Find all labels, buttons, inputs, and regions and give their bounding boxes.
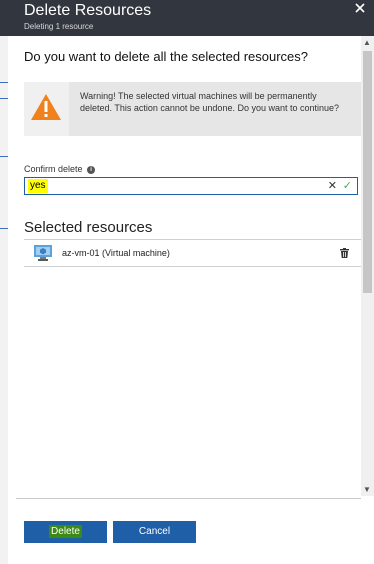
scroll-up-icon[interactable]: ▲ (363, 38, 371, 47)
info-icon[interactable]: i (87, 166, 96, 174)
row-divider (24, 266, 361, 267)
blade-content: Do you want to delete all the selected r… (8, 36, 361, 564)
strip-link-mark (0, 82, 8, 83)
delete-button-label: Delete (49, 525, 82, 538)
delete-button[interactable]: Delete (24, 521, 107, 543)
selected-resources-title: Selected resources (24, 219, 153, 236)
cancel-button-label: Cancel (138, 526, 171, 537)
strip-link-mark (0, 156, 8, 157)
cancel-button[interactable]: Cancel (113, 521, 196, 543)
confirm-delete-input[interactable]: yes ✕ ✓ (24, 177, 358, 195)
blade-subtitle: Deleting 1 resource (24, 22, 94, 31)
close-icon[interactable] (354, 2, 368, 16)
footer-divider (16, 498, 361, 499)
delete-question: Do you want to delete all the selected r… (24, 49, 309, 64)
confirm-label-text: Confirm delete (24, 164, 83, 174)
resource-type: (Virtual machine) (102, 248, 170, 258)
valid-check-icon: ✓ (342, 180, 352, 192)
blade-title: Delete Resources (24, 2, 152, 19)
strip-link-mark (0, 228, 8, 229)
warning-box: Warning! The selected virtual machines w… (24, 82, 361, 136)
scroll-down-icon[interactable]: ▼ (363, 485, 371, 494)
confirm-input-value: yes (28, 179, 48, 193)
confirm-delete-label: Confirm delete i (24, 164, 96, 174)
warning-triangle-icon (31, 94, 61, 120)
scroll-thumb[interactable] (363, 51, 372, 293)
virtual-machine-icon (34, 245, 52, 261)
blade-header: Delete Resources Deleting 1 resource (0, 0, 374, 36)
warning-icon-container (24, 82, 69, 136)
resource-label: az-vm-01 (Virtual machine) (62, 248, 170, 258)
resource-name: az-vm-01 (62, 248, 100, 258)
strip-link-mark (0, 98, 8, 99)
left-edge-strip (0, 36, 8, 564)
resource-row: az-vm-01 (Virtual machine) (24, 240, 361, 266)
warning-text: Warning! The selected virtual machines w… (80, 91, 340, 113)
clear-input-icon[interactable]: ✕ (328, 179, 337, 192)
vertical-scrollbar[interactable]: ▲ ▼ (361, 36, 374, 496)
trash-icon[interactable] (340, 248, 349, 258)
